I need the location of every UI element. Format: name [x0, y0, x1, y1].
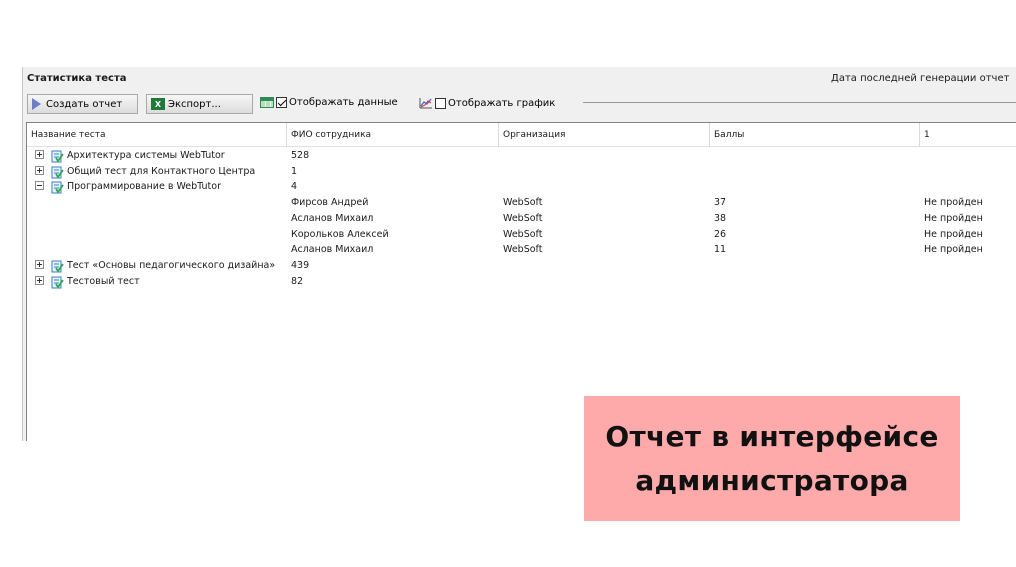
- table-icon: [260, 97, 274, 108]
- employee-cell: 82: [291, 275, 304, 287]
- status-cell: Не пройден: [924, 212, 983, 224]
- caption-line-2: администратора: [635, 463, 909, 497]
- caption-box: Отчет в интерфейсе администратора: [584, 396, 960, 521]
- test-icon: [51, 181, 64, 194]
- organization-cell: WebSoft: [503, 228, 543, 240]
- column-header-one[interactable]: 1: [920, 123, 1016, 147]
- column-header-employee[interactable]: ФИО сотрудника: [287, 123, 499, 147]
- status-cell: Не пройден: [924, 244, 983, 256]
- expand-icon[interactable]: [35, 165, 44, 175]
- excel-icon: X: [151, 98, 165, 110]
- table-row[interactable]: Фирсов Андрей WebSoft 37 Не пройден: [27, 196, 1016, 211]
- chart-icon: [419, 98, 432, 109]
- show-chart-label: Отображать график: [448, 97, 556, 109]
- show-chart-toggle[interactable]: Отображать график: [419, 97, 555, 109]
- create-report-button[interactable]: Создать отчет: [27, 94, 138, 114]
- score-cell: 26: [714, 228, 727, 240]
- test-icon: [51, 276, 64, 289]
- table-row[interactable]: Программирование в WebTutor 4: [27, 180, 1016, 195]
- generation-date-label: Дата последней генерации отчет: [831, 73, 1010, 84]
- organization-cell: WebSoft: [503, 212, 543, 224]
- show-chart-checkbox[interactable]: [435, 97, 446, 109]
- test-name-cell: Архитектура системы WebTutor: [67, 150, 225, 161]
- expand-icon[interactable]: [35, 150, 44, 159]
- score-cell: 37: [714, 197, 727, 209]
- table-header: Название теста ФИО сотрудника Организаци…: [27, 123, 1016, 147]
- show-data-label: Отображать данные: [289, 97, 398, 108]
- employee-cell: 439: [291, 259, 310, 271]
- employee-cell: 1: [291, 165, 298, 177]
- play-icon: [32, 98, 41, 110]
- results-tree-table[interactable]: Название теста ФИО сотрудника Организаци…: [26, 122, 1016, 441]
- create-report-label: Создать отчет: [46, 98, 123, 110]
- show-data-toggle[interactable]: Отображать данные: [260, 97, 398, 108]
- export-button[interactable]: X Экспорт...: [146, 94, 253, 114]
- table-row[interactable]: Общий тест для Контактного Центра 1: [27, 165, 1016, 180]
- table-row[interactable]: Тест «Основы педагогического дизайна» 439: [27, 259, 1016, 274]
- test-name-cell: Общий тест для Контактного Центра: [67, 165, 256, 177]
- toolbar-divider: [583, 102, 1016, 103]
- table-row[interactable]: Асланов Михаил WebSoft 11 Не пройден: [27, 243, 1016, 258]
- caption-line-1: Отчет в интерфейсе: [605, 419, 939, 453]
- employee-cell: Асланов Михаил: [291, 244, 374, 256]
- test-name-cell: Программирование в WebTutor: [67, 181, 222, 193]
- table-row[interactable]: Тестовый тест 82: [27, 275, 1016, 290]
- column-header-score[interactable]: Баллы: [710, 123, 920, 147]
- show-data-checkbox[interactable]: [276, 97, 287, 108]
- employee-cell: Асланов Михаил: [291, 212, 374, 224]
- report-window: Статистика теста Дата последней генераци…: [22, 67, 1016, 441]
- export-label: Экспорт...: [168, 98, 221, 110]
- expand-icon[interactable]: [35, 259, 44, 269]
- organization-cell: WebSoft: [503, 197, 543, 209]
- score-cell: 38: [714, 212, 727, 224]
- status-cell: Не пройден: [924, 197, 983, 209]
- employee-cell: Фирсов Андрей: [291, 197, 369, 209]
- window-title: Статистика теста: [27, 73, 127, 84]
- expand-icon[interactable]: [35, 275, 44, 285]
- collapse-icon[interactable]: [35, 181, 44, 191]
- organization-cell: WebSoft: [503, 244, 543, 256]
- test-name-cell: Тестовый тест: [67, 275, 140, 287]
- table-row[interactable]: Асланов Михаил WebSoft 38 Не пройден: [27, 212, 1016, 227]
- employee-cell: 528: [291, 150, 310, 161]
- employee-cell: Корольков Алексей: [291, 228, 389, 240]
- column-header-test-name[interactable]: Название теста: [27, 123, 287, 147]
- table-row[interactable]: Корольков Алексей WebSoft 26 Не пройден: [27, 228, 1016, 243]
- test-icon: [51, 150, 64, 163]
- column-header-organization[interactable]: Организация: [499, 123, 710, 147]
- score-cell: 11: [714, 244, 727, 256]
- status-cell: Не пройден: [924, 228, 983, 240]
- test-icon: [51, 166, 64, 179]
- test-icon: [51, 260, 64, 273]
- table-row[interactable]: Архитектура системы WebTutor 528: [27, 149, 1016, 164]
- employee-cell: 4: [291, 181, 298, 193]
- test-name-cell: Тест «Основы педагогического дизайна»: [67, 259, 276, 271]
